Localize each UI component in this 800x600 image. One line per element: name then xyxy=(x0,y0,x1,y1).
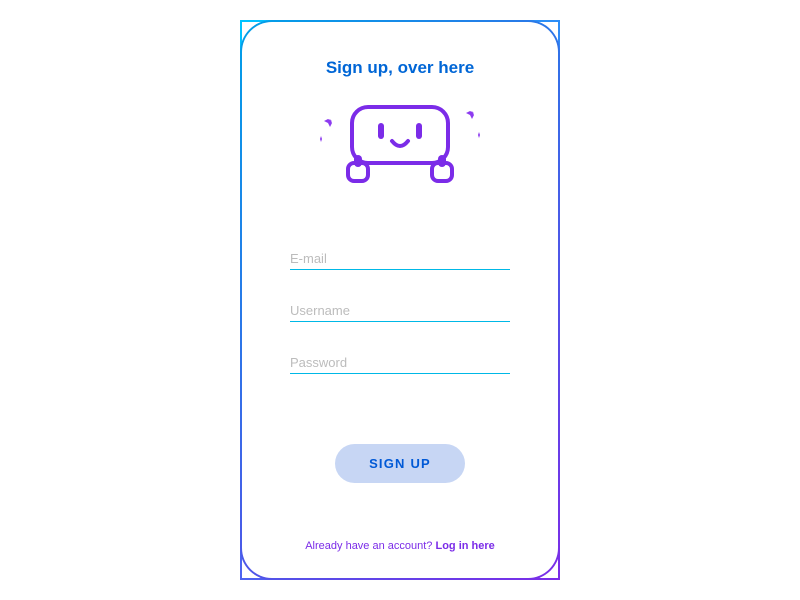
mascot-illustration xyxy=(300,88,500,198)
password-field[interactable] xyxy=(290,352,510,374)
username-field[interactable] xyxy=(290,300,510,322)
signup-button[interactable]: SIGN UP xyxy=(335,444,465,483)
signup-card: Sign up, over here xyxy=(240,20,560,580)
page-title: Sign up, over here xyxy=(326,58,474,78)
robot-mascot-icon xyxy=(310,93,490,193)
signup-form: SIGN UP xyxy=(290,248,510,483)
login-link[interactable]: Log in here xyxy=(435,540,494,552)
button-row: SIGN UP xyxy=(290,444,510,483)
login-prompt-text: Already have an account? xyxy=(305,540,435,552)
login-prompt: Already have an account? Log in here xyxy=(305,540,495,552)
email-field[interactable] xyxy=(290,248,510,270)
